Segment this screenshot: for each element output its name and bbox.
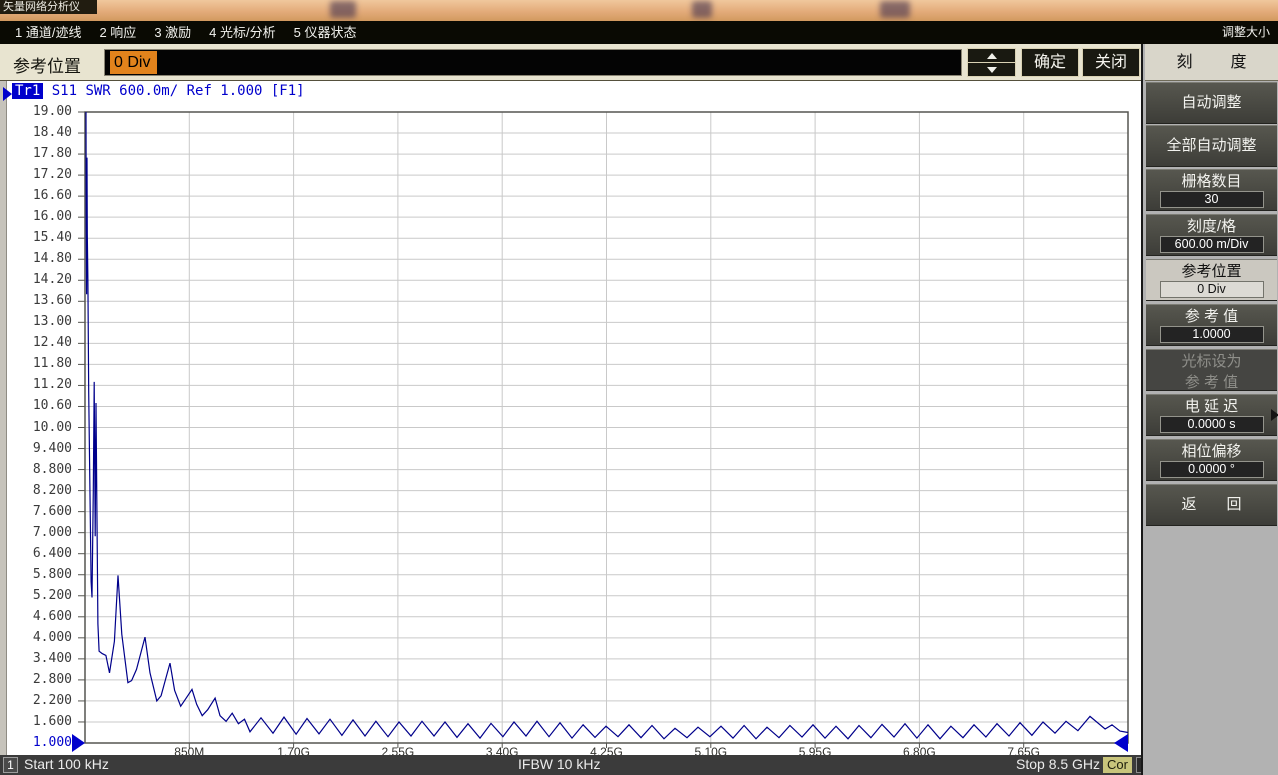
trace-number-chip: Tr1 [12, 83, 43, 99]
trace-params-text: S11 SWR 600.0m/ Ref 1.000 [F1] [43, 83, 304, 99]
y-tick-label: 1.000 [10, 735, 72, 751]
ifbw-text: IFBW 10 kHz [518, 756, 600, 772]
softkey-value: 30 [1160, 191, 1264, 208]
softkey-button-3[interactable]: 栅格数目30 [1146, 169, 1277, 211]
softkey-panel: 刻 度 自动调整全部自动调整栅格数目30刻度/格600.00 m/Div参考位置… [1141, 44, 1278, 775]
reference-position-input[interactable]: 0 Div [104, 49, 962, 76]
title-bar: 矢量网络分析仪 [0, 0, 1278, 21]
softkey-label: 参 考 值 [1146, 373, 1277, 392]
menu-bar: 1 通道/迹线2 响应3 激励4 光标/分析5 仪器状态 调整大小 [0, 21, 1278, 44]
vna-application-window: 矢量网络分析仪 1 通道/迹线2 响应3 激励4 光标/分析5 仪器状态 调整大… [0, 0, 1278, 775]
y-tick-label: 14.80 [10, 251, 72, 267]
softkey-button-4[interactable]: 刻度/格600.00 m/Div [1146, 214, 1277, 256]
softkey-value: 0.0000 s [1160, 416, 1264, 433]
step-down-button[interactable] [967, 62, 1016, 77]
entry-toolbar: 参考位置 0 Div 确定 关闭 [0, 44, 1141, 81]
y-tick-label: 7.600 [10, 504, 72, 520]
y-tick-label: 4.000 [10, 630, 72, 646]
y-tick-label: 14.20 [10, 272, 72, 288]
channel-number-badge: 1 [3, 757, 18, 773]
correction-badge: Cor [1103, 757, 1132, 773]
softkey-label: 相位偏移 [1146, 442, 1277, 461]
y-tick-label: 8.800 [10, 462, 72, 478]
window-title: 矢量网络分析仪 [0, 0, 97, 14]
y-tick-label: 5.800 [10, 567, 72, 583]
input-selected-text: 0 Div [110, 51, 157, 74]
reference-level-marker-left-icon [72, 734, 85, 752]
y-tick-label: 12.40 [10, 335, 72, 351]
menu-item-2[interactable]: 2 响应 [90, 21, 145, 44]
arrow-down-icon [987, 67, 997, 73]
softkey-button-10[interactable]: 返 回 [1146, 484, 1277, 526]
ok-button[interactable]: 确定 [1021, 48, 1079, 77]
softkey-button-9[interactable]: 相位偏移0.0000 ° [1146, 439, 1277, 481]
y-tick-label: 7.000 [10, 525, 72, 541]
value-stepper[interactable] [967, 48, 1016, 77]
y-tick-label: 16.60 [10, 188, 72, 204]
softkey-button-6[interactable]: 参 考 值1.0000 [1146, 304, 1277, 346]
trace-label[interactable]: Tr1 S11 SWR 600.0m/ Ref 1.000 [F1] [12, 83, 305, 99]
arrow-up-icon [987, 53, 997, 59]
y-tick-label: 2.800 [10, 672, 72, 688]
active-trace-indicator-icon [3, 87, 12, 101]
menu-item-resize[interactable]: 调整大小 [1222, 21, 1270, 44]
y-tick-label: 4.600 [10, 609, 72, 625]
swr-plot [0, 81, 1141, 755]
y-tick-label: 13.60 [10, 293, 72, 309]
y-tick-label: 5.200 [10, 588, 72, 604]
entry-field-label: 参考位置 [13, 52, 81, 77]
softkey-label: 光标设为 [1146, 352, 1277, 371]
softkey-label: 刻度/格 [1146, 217, 1277, 236]
submenu-arrow-icon [1271, 409, 1278, 421]
menu-item-1[interactable]: 1 通道/迹线 [6, 21, 90, 44]
background-artifact [880, 1, 910, 18]
softkey-value: 600.00 m/Div [1160, 236, 1264, 253]
y-tick-label: 18.40 [10, 125, 72, 141]
y-tick-label: 11.80 [10, 356, 72, 372]
menu-item-3[interactable]: 3 激励 [145, 21, 200, 44]
softkey-value: 1.0000 [1160, 326, 1264, 343]
background-artifact [330, 1, 356, 18]
softkey-button-1[interactable]: 自动调整 [1146, 82, 1277, 124]
softkey-label: 电 延 迟 [1146, 397, 1277, 416]
y-tick-label: 10.60 [10, 398, 72, 414]
menu-item-4[interactable]: 4 光标/分析 [200, 21, 284, 44]
y-tick-label: 3.400 [10, 651, 72, 667]
softkey-button-7[interactable]: 光标设为参 考 值 [1146, 349, 1277, 391]
menu-item-5[interactable]: 5 仪器状态 [285, 21, 366, 44]
softkey-label: 自动调整 [1146, 83, 1277, 123]
y-tick-label: 16.00 [10, 209, 72, 225]
start-frequency-text: Start 100 kHz [24, 756, 109, 772]
step-up-button[interactable] [967, 48, 1016, 62]
softkey-label: 参考位置 [1146, 262, 1277, 281]
softkey-value: 0 Div [1160, 281, 1264, 298]
softkey-panel-title: 刻 度 [1145, 44, 1278, 81]
softkey-button-5[interactable]: 参考位置0 Div [1146, 259, 1277, 301]
y-tick-label: 17.20 [10, 167, 72, 183]
close-button[interactable]: 关闭 [1082, 48, 1140, 77]
reference-level-marker-right-icon [1114, 734, 1128, 752]
background-artifact [692, 1, 712, 18]
y-tick-label: 2.200 [10, 693, 72, 709]
stop-frequency-text: Stop 8.5 GHz [1016, 756, 1100, 772]
y-tick-label: 17.80 [10, 146, 72, 162]
softkey-label: 栅格数目 [1146, 172, 1277, 191]
y-tick-label: 6.400 [10, 546, 72, 562]
y-tick-label: 11.20 [10, 377, 72, 393]
softkey-value: 0.0000 ° [1160, 461, 1264, 478]
y-tick-label: 10.00 [10, 420, 72, 436]
status-bar: 1 Start 100 kHz IFBW 10 kHz Stop 8.5 GHz… [0, 755, 1141, 775]
y-tick-label: 8.200 [10, 483, 72, 499]
softkey-label: 返 回 [1146, 485, 1277, 525]
chart-area: Tr1 S11 SWR 600.0m/ Ref 1.000 [F1] 19.00… [0, 81, 1141, 755]
y-tick-label: 1.600 [10, 714, 72, 730]
softkey-button-2[interactable]: 全部自动调整 [1146, 125, 1277, 167]
softkey-label: 参 考 值 [1146, 307, 1277, 326]
y-tick-label: 9.400 [10, 441, 72, 457]
y-tick-label: 19.00 [10, 104, 72, 120]
y-tick-label: 13.00 [10, 314, 72, 330]
y-tick-label: 15.40 [10, 230, 72, 246]
softkey-button-8[interactable]: 电 延 迟0.0000 s [1146, 394, 1277, 436]
softkey-label: 全部自动调整 [1146, 126, 1277, 166]
